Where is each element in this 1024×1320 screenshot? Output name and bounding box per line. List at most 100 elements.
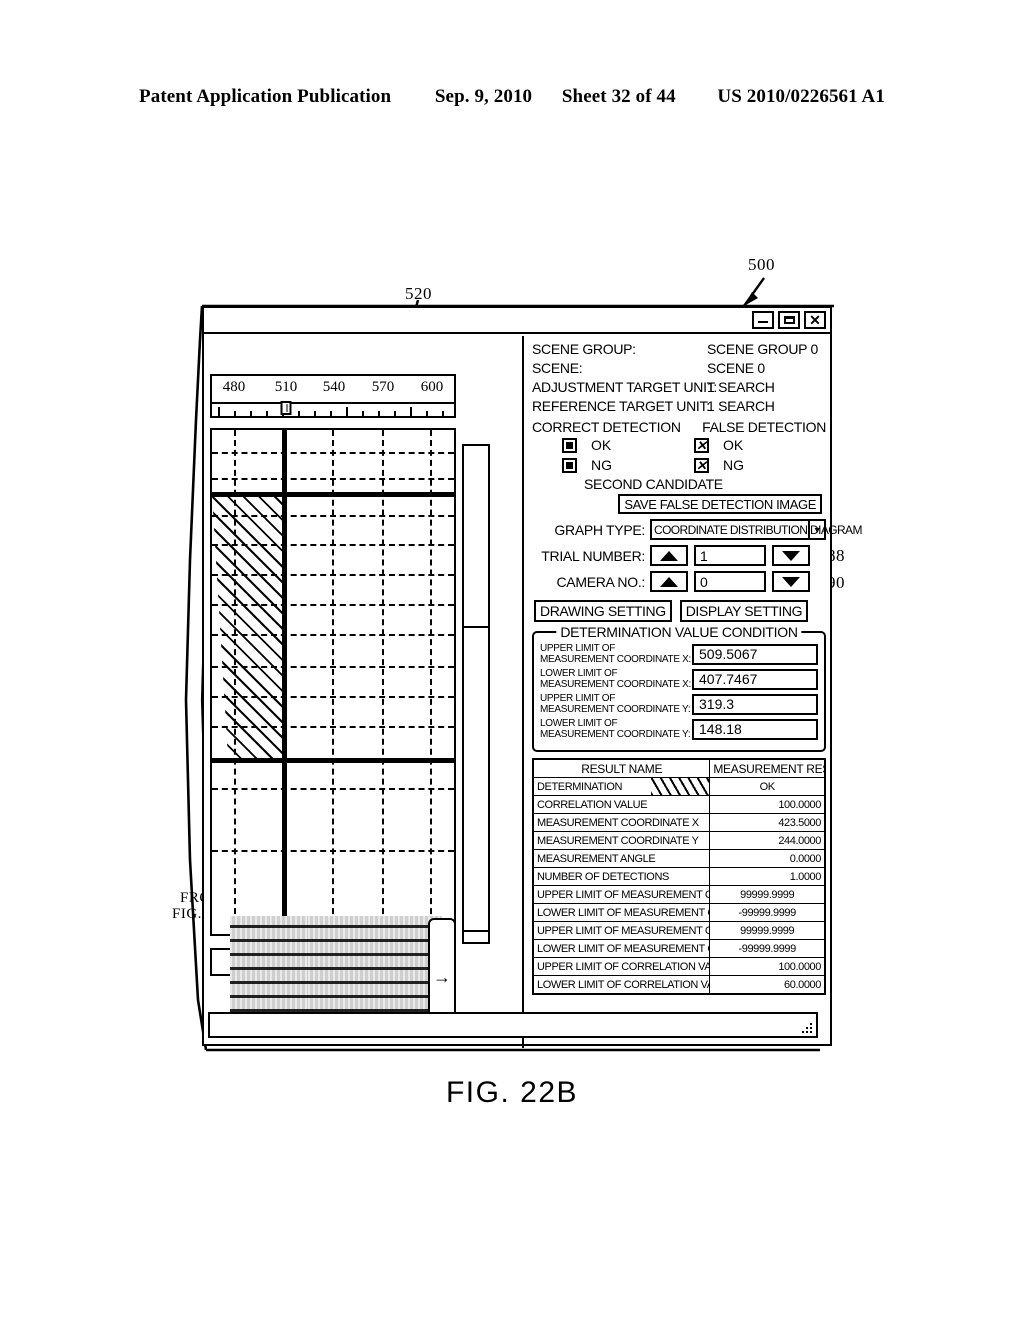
row-value-number-of-detections: 1.0000 (709, 867, 826, 886)
row-name-determination: DETERMINATION (532, 777, 711, 796)
display-setting-button[interactable]: DISPLAY SETTING (679, 600, 809, 622)
lower-limit-y-label-line2: MEASUREMENT COORDINATE Y: (540, 729, 691, 740)
row-name-correlation-value: CORRELATION VALUE (532, 795, 711, 814)
upper-limit-y-input[interactable]: 319.3 (692, 693, 818, 715)
upper-limit-y-label-line2: MEASUREMENT COORDINATE Y: (540, 704, 691, 715)
correct-detection-header: CORRECT DETECTION (532, 419, 681, 435)
camera-no-decrement-button[interactable] (772, 571, 810, 592)
dvc-row-upper-y: UPPER LIMIT OF MEASUREMENT COORDINATE Y:… (540, 693, 818, 715)
lower-limit-x-input[interactable]: 407.7467 (692, 668, 818, 690)
lower-limit-x-label-line1: LOWER LIMIT OF (540, 668, 618, 679)
save-false-detection-image-button[interactable]: SAVE FALSE DETECTION IMAGE (618, 494, 822, 514)
false-detection-ok-checkbox[interactable]: ✕ (694, 437, 709, 453)
reference-target-unit-value: 1 SEARCH (707, 398, 775, 414)
table-row[interactable]: MEASUREMENT ANGLE 0.0000 (532, 849, 826, 868)
triangle-down-icon (782, 576, 800, 587)
table-row[interactable]: MEASUREMENT COORDINATE X 423.5000 (532, 813, 826, 832)
ruler-label-4: 600 (420, 379, 444, 395)
camera-no-input[interactable]: 0 (694, 571, 766, 592)
table-row[interactable]: MEASUREMENT COORDINATE Y 244.0000 (532, 831, 826, 850)
ruler-label-0: 480 (222, 379, 246, 395)
row-name-lower-limit-coordinate-x: LOWER LIMIT OF MEASUREMENT COORDINATE X (532, 903, 711, 922)
thumbnail-ng-content (308, 916, 442, 1012)
close-icon: ✕ (809, 312, 821, 328)
dvc-row-lower-x: LOWER LIMIT OF MEASUREMENT COORDINATE X:… (540, 668, 818, 690)
table-row[interactable]: DETERMINATION OK (532, 777, 826, 796)
ruler-labels: 480 510 540 570 600 (212, 379, 454, 399)
row-value-lower-limit-coordinate-x: -99999.9999 (709, 903, 826, 922)
coordinate-distribution-graph[interactable] (210, 428, 456, 936)
thumbnail-ng-image[interactable] (308, 916, 442, 1012)
determination-value-condition-group: DETERMINATION VALUE CONDITION UPPER LIMI… (532, 624, 826, 752)
measurement-result-table: RESULT NAME MEASUREMENT RESULT DETERMINA… (532, 758, 826, 995)
camera-no-row: CAMERA NO.: 0 (532, 571, 826, 592)
horizontal-ruler[interactable]: 480 510 540 570 600 (210, 374, 456, 418)
camera-no-increment-button[interactable] (650, 571, 688, 592)
correct-detection-ok-cell[interactable]: OK (532, 437, 694, 453)
row-value-measurement-angle: 0.0000 (709, 849, 826, 868)
resize-grip-icon[interactable] (800, 1021, 812, 1033)
trial-number-increment-button[interactable] (650, 545, 688, 566)
scene-group-label: SCENE GROUP: (532, 341, 636, 357)
row-value-upper-limit-correlation-value: 100.0000 (709, 957, 826, 976)
ruler-label-1: 510 (274, 379, 298, 395)
table-row[interactable]: NUMBER OF DETECTIONS 1.0000 (532, 867, 826, 886)
trial-number-decrement-button[interactable] (772, 545, 810, 566)
upper-limit-x-input[interactable]: 509.5067 (692, 643, 818, 665)
trial-number-row: TRIAL NUMBER: 1 (532, 545, 826, 566)
info-row: SCENE GROUP: SCENE GROUP 0 (532, 340, 826, 359)
graph-type-select[interactable]: COORDINATE DISTRIBUTION DIAGRAM (650, 519, 862, 540)
lower-limit-x-label: LOWER LIMIT OF MEASUREMENT COORDINATE X: (540, 668, 692, 690)
close-button[interactable]: ✕ (804, 311, 826, 329)
scene-info-block: SCENE GROUP: SCENE GROUP 0 SCENE: SCENE … (532, 340, 826, 416)
drawing-setting-button[interactable]: DRAWING SETTING (534, 600, 672, 622)
row-value-upper-limit-coordinate-x: 99999.9999 (709, 885, 826, 904)
table-row[interactable]: UPPER LIMIT OF MEASUREMENT COORDINATE X … (532, 885, 826, 904)
ruler-slider-handle[interactable] (280, 401, 292, 415)
table-row[interactable]: CORRELATION VALUE 100.0000 (532, 795, 826, 814)
row-value-determination: OK (709, 777, 826, 796)
upper-limit-y-label-line1: UPPER LIMIT OF (540, 693, 616, 704)
scene-group-value: SCENE GROUP 0 (707, 341, 818, 357)
ruler-label-3: 570 (371, 379, 395, 395)
publication-date: Sep. 9, 2010 (434, 86, 533, 107)
correct-detection-ok-checkbox[interactable] (562, 437, 577, 453)
trial-number-input[interactable]: 1 (694, 545, 766, 566)
triangle-down-icon (782, 550, 800, 561)
row-value-upper-limit-coordinate-y: 99999.9999 (709, 921, 826, 940)
table-row[interactable]: UPPER LIMIT OF CORRELATION VALUE 100.000… (532, 957, 826, 976)
status-bar (208, 1012, 818, 1038)
row-name-number-of-detections: NUMBER OF DETECTIONS (532, 867, 711, 886)
graph-type-label: GRAPH TYPE: (554, 521, 645, 538)
graph-vertical-scrollbar[interactable] (462, 444, 490, 944)
detection-row-ok: OK ✕ OK (532, 435, 826, 455)
false-detection-ng-cell[interactable]: ✕ NG (694, 457, 826, 473)
row-name-measurement-coordinate-y: MEASUREMENT COORDINATE Y (532, 831, 711, 850)
arrow-right-icon: → (433, 966, 451, 987)
correct-detection-ng-cell[interactable]: NG (532, 457, 694, 473)
row-name-upper-limit-coordinate-x: UPPER LIMIT OF MEASUREMENT COORDINATE X (532, 885, 711, 904)
row-name-measurement-coordinate-x: MEASUREMENT COORDINATE X (532, 813, 711, 832)
table-row[interactable]: LOWER LIMIT OF MEASUREMENT COORDINATE X … (532, 903, 826, 922)
table-row[interactable]: LOWER LIMIT OF CORRELATION VALUE 60.0000 (532, 975, 826, 995)
row-name-lower-limit-coordinate-y: LOWER LIMIT OF MEASUREMENT COORDINATE Y (532, 939, 711, 958)
save-button-row: SAVE FALSE DETECTION IMAGE (532, 494, 826, 514)
correct-detection-ng-checkbox[interactable] (562, 457, 577, 473)
adjustment-target-unit-label: ADJUSTMENT TARGET UNIT: (532, 379, 717, 395)
false-detection-ng-checkbox[interactable]: ✕ (694, 457, 709, 473)
false-detection-ng-label: NG (723, 457, 744, 473)
maximize-button[interactable] (778, 311, 800, 329)
vscroll-foot (464, 930, 488, 942)
determination-value-condition-legend: DETERMINATION VALUE CONDITION (556, 624, 802, 640)
table-row[interactable]: LOWER LIMIT OF MEASUREMENT COORDINATE Y … (532, 939, 826, 958)
vscroll-thumb[interactable] (464, 446, 488, 628)
info-row: REFERENCE TARGET UNIT: 1 SEARCH (532, 397, 826, 416)
false-detection-ok-cell[interactable]: ✕ OK (694, 437, 826, 453)
scene-value: SCENE 0 (707, 360, 765, 376)
row-value-measurement-coordinate-y: 244.0000 (709, 831, 826, 850)
minimize-button[interactable] (752, 311, 774, 329)
false-detection-header: FALSE DETECTION (702, 419, 826, 435)
table-row[interactable]: UPPER LIMIT OF MEASUREMENT COORDINATE Y … (532, 921, 826, 940)
lower-limit-y-input[interactable]: 148.18 (692, 718, 818, 740)
triangle-up-icon (660, 550, 678, 561)
